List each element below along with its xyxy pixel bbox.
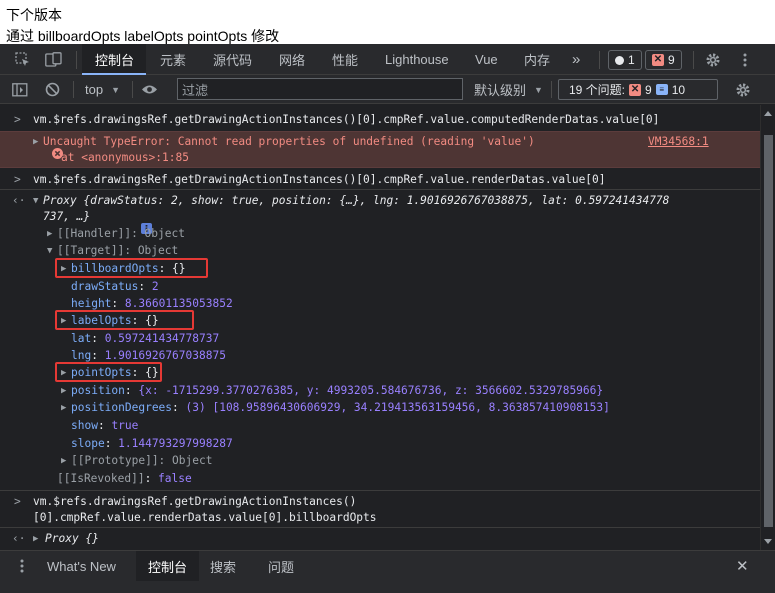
tab-performance[interactable]: 性能	[332, 44, 358, 75]
error-icon: ✕	[629, 83, 642, 96]
issues-label: 19 个问题:	[569, 83, 626, 97]
tab-sources[interactable]: 源代码	[213, 44, 252, 75]
drawer-tab-search[interactable]: 搜索	[210, 551, 236, 581]
more-options-icon[interactable]	[735, 44, 755, 75]
settings-gear-icon[interactable]	[702, 44, 724, 75]
info-message-icon: ≡	[655, 84, 668, 95]
input-prompt-icon: >	[14, 495, 21, 508]
collapse-triangle-icon[interactable]: ▼	[47, 246, 52, 256]
console-settings-gear-icon[interactable]	[735, 75, 755, 104]
tab-console[interactable]: 控制台	[82, 44, 146, 75]
tab-elements[interactable]: 元素	[160, 44, 186, 75]
close-drawer-icon[interactable]: ✕	[736, 551, 749, 581]
scroll-up-icon[interactable]	[764, 111, 772, 116]
scrollbar-thumb[interactable]	[764, 135, 773, 527]
result-arrow-icon: ‹·	[12, 532, 26, 545]
expand-triangle-icon[interactable]: ▶	[61, 456, 66, 466]
issues-error-count: 9	[645, 82, 652, 97]
input-prompt-icon: >	[14, 113, 21, 126]
prop-height: height: 8.36601135053852	[71, 297, 233, 310]
drawer-tab-issues[interactable]: 问题	[268, 551, 294, 581]
handler-entry[interactable]: [[Handler]]: Object	[57, 227, 185, 240]
issues-info-count: 10	[671, 82, 686, 97]
prop-lat: lat: 0.597241434778737	[71, 332, 220, 345]
warnings-counter[interactable]: 1	[608, 50, 642, 70]
filter-placeholder: 过滤	[182, 82, 209, 98]
expand-triangle-icon[interactable]: ▶	[61, 386, 66, 396]
sidebar-toggle-icon[interactable]	[12, 75, 32, 104]
result-arrow-icon: ‹·	[12, 194, 26, 207]
proxy-summary-cont: 737, …}	[43, 210, 91, 223]
proxy-empty-result[interactable]: Proxy {}	[45, 532, 99, 545]
prototype-entry[interactable]: [[Prototype]]: Object	[71, 454, 212, 467]
console-command[interactable]: vm.$refs.drawingsRef.getDrawingActionIns…	[33, 113, 659, 126]
note-line-1: 下个版本	[6, 7, 62, 23]
error-count: 9	[668, 53, 675, 67]
prop-lng: lng: 1.9016926767038875	[71, 349, 226, 362]
inspect-element-icon[interactable]	[12, 44, 32, 75]
clear-console-icon[interactable]	[45, 75, 65, 104]
error-icon: ✕	[652, 54, 664, 66]
console-command[interactable]: vm.$refs.drawingsRef.getDrawingActionIns…	[33, 495, 356, 508]
prop-position[interactable]: position: {x: -1715299.3770276385, y: 49…	[71, 384, 603, 397]
chevron-down-icon: ▼	[111, 84, 120, 95]
scroll-down-icon[interactable]	[764, 539, 772, 544]
note-line-2: 通过 billboardOpts labelOpts pointOpts 修改	[6, 28, 280, 44]
expand-triangle-icon[interactable]: ▶	[47, 229, 52, 239]
tab-memory[interactable]: 内存	[524, 44, 550, 75]
highlight-box-pointOpts	[55, 362, 162, 382]
drawer-menu-icon[interactable]	[14, 551, 30, 581]
context-selector[interactable]: top ▼	[85, 75, 120, 104]
drawer-tab-console[interactable]: 控制台	[136, 551, 200, 581]
proxy-summary[interactable]: Proxy {drawStatus: 2, show: true, positi…	[43, 194, 669, 207]
bottom-drawer: What's New 控制台 搜索 问题 ✕	[0, 550, 775, 593]
console-command[interactable]: vm.$refs.drawingsRef.getDrawingActionIns…	[33, 173, 606, 186]
tab-network[interactable]: 网络	[279, 44, 305, 75]
chevron-down-icon: ▼	[534, 84, 543, 95]
expand-triangle-icon[interactable]: ▶	[33, 137, 38, 147]
expand-triangle-icon[interactable]: ▼	[33, 196, 38, 206]
more-tabs-button[interactable]: »	[572, 44, 580, 75]
prop-positionDegrees[interactable]: positionDegrees: (3) [108.95896430606929…	[71, 401, 610, 414]
target-entry[interactable]: [[Target]]: Object	[57, 244, 178, 257]
issues-counter[interactable]: 19 个问题: ✕ 9 ≡ 10	[558, 79, 718, 100]
log-levels-label: 默认级别	[474, 83, 527, 98]
console-command-cont[interactable]: [0].cmpRef.value.renderDatas.value[0].bi…	[33, 511, 377, 524]
live-expression-eye-icon[interactable]	[141, 75, 161, 104]
device-toolbar-icon[interactable]	[42, 44, 64, 75]
tab-vue[interactable]: Vue	[475, 44, 498, 75]
warning-count: 1	[628, 53, 635, 67]
console-scrollbar[interactable]	[760, 105, 775, 550]
prop-slope: slope: 1.144793297998287	[71, 437, 233, 450]
devtools-panel: 控制台 元素 源代码 网络 性能 Lighthouse Vue 内存 » 1 ✕…	[0, 44, 775, 593]
error-location: at <anonymous>:1:85	[61, 151, 189, 164]
tab-lighthouse[interactable]: Lighthouse	[385, 44, 449, 75]
expand-triangle-icon[interactable]: ▶	[33, 534, 38, 544]
devtools-tabbar: 控制台 元素 源代码 网络 性能 Lighthouse Vue 内存 » 1 ✕…	[0, 44, 775, 75]
context-label: top	[85, 82, 104, 97]
filter-input[interactable]: 过滤	[177, 78, 463, 100]
expand-triangle-icon[interactable]: ▶	[61, 403, 66, 413]
error-source-link[interactable]: VM34568:1	[648, 135, 709, 148]
drawer-tab-whats-new[interactable]: What's New	[47, 551, 116, 581]
prop-drawStatus: drawStatus: 2	[71, 280, 159, 293]
log-levels-dropdown[interactable]: 默认级别 ▼	[474, 75, 543, 104]
warning-dot-icon	[615, 55, 624, 65]
console-toolbar: top ▼ 过滤 默认级别 ▼ 19 个问题: ✕ 9 ≡ 10	[0, 75, 775, 104]
errors-counter[interactable]: ✕ 9	[645, 50, 682, 70]
prop-show: show: true	[71, 419, 139, 432]
error-message: Uncaught TypeError: Cannot read properti…	[43, 135, 535, 148]
highlight-box-labelOpts	[55, 310, 194, 330]
isrevoked-entry: [[IsRevoked]]: false	[57, 472, 192, 485]
highlight-box-billboardOpts	[55, 258, 208, 278]
input-prompt-icon: >	[14, 173, 21, 186]
console-output[interactable]: > vm.$refs.drawingsRef.getDrawingActionI…	[0, 105, 775, 550]
